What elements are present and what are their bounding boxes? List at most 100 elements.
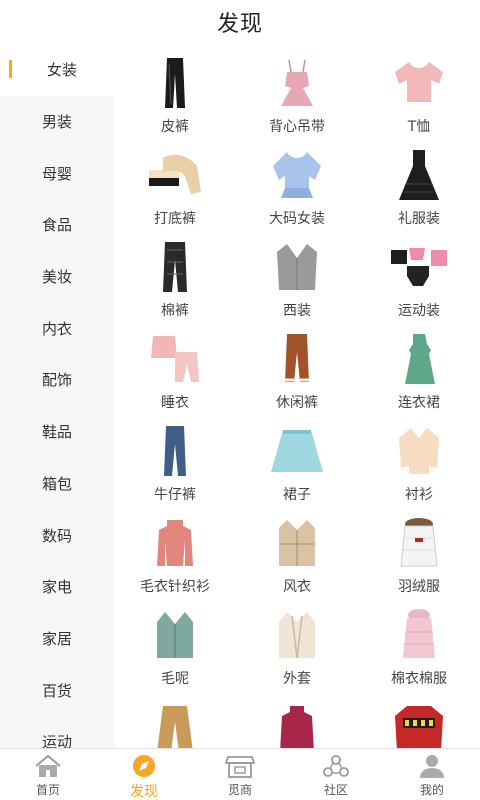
category-tile[interactable]: 棉衣棉服 [358,600,480,692]
tile-label: 衬衫 [405,487,433,503]
tile-label: 皮裤 [161,119,189,135]
sidebar-item-accessories[interactable]: 配饰 [0,354,114,406]
tab-label: 社区 [323,783,348,797]
padded-coat-icon [384,608,454,662]
sidebar-item-men[interactable]: 男装 [0,96,114,148]
tile-label: 背心吊带 [269,119,325,135]
pajamas-icon [140,332,210,386]
category-tile[interactable] [236,692,358,748]
category-tile[interactable]: 睡衣 [114,324,236,416]
printed-sweater-icon [384,700,454,748]
sidebar-item-home[interactable]: 家居 [0,613,114,665]
compass-icon [129,753,159,779]
category-tile[interactable]: T恤 [358,48,480,140]
tab-shop[interactable]: 觅商 [192,749,288,800]
tshirt-icon [384,56,454,110]
category-tile[interactable]: 背心吊带 [236,48,358,140]
category-tile[interactable] [114,692,236,748]
community-icon [321,753,351,779]
tile-label: 裙子 [283,487,311,503]
category-tile[interactable]: 休闲裤 [236,324,358,416]
tile-label: 棉裤 [161,303,189,319]
sidebar-item-label: 内衣 [41,319,72,338]
blouse-icon [384,424,454,478]
category-tile[interactable]: 西装 [236,232,358,324]
tile-label: 外套 [283,671,311,687]
sidebar-item-label: 母婴 [41,164,72,183]
tile-label: 棉衣棉服 [391,671,447,687]
tile-label: 礼服装 [398,211,440,227]
category-tile[interactable]: 毛呢 [114,600,236,692]
tab-label: 觅商 [227,783,252,797]
tile-label: 运动装 [398,303,440,319]
home-icon [33,753,63,779]
shop-icon [225,753,255,779]
cotton-pants-icon [140,240,210,294]
sidebar-item-sports[interactable]: 运动 [0,716,114,748]
category-tile[interactable]: 毛衣针织衫 [114,508,236,600]
sidebar-item-underwear[interactable]: 内衣 [0,302,114,354]
cardigan-coat-icon [262,608,332,662]
wide-pants-icon [140,700,210,748]
tab-community[interactable]: 社区 [288,749,384,800]
dress-icon [384,332,454,386]
tile-label: 毛衣针织衫 [140,579,210,595]
sidebar-item-bags[interactable]: 箱包 [0,458,114,510]
sidebar-item-digital[interactable]: 数码 [0,509,114,561]
trench-coat-icon [262,516,332,570]
category-tile[interactable] [358,692,480,748]
sidebar-item-food[interactable]: 食品 [0,199,114,251]
sidebar-item-label: 美妆 [41,268,72,287]
tile-label: 毛呢 [161,671,189,687]
category-tile[interactable]: 运动装 [358,232,480,324]
tab-discover[interactable]: 发现 [96,749,192,800]
category-tile[interactable]: 皮裤 [114,48,236,140]
bottom-tab-bar: 首页 发现 觅商 社区 我的 [0,748,480,800]
category-tile[interactable]: 风衣 [236,508,358,600]
category-tile[interactable]: 牛仔裤 [114,416,236,508]
category-tile[interactable]: 打底裤 [114,140,236,232]
knit-top-icon [262,700,332,748]
sidebar-item-general[interactable]: 百货 [0,664,114,716]
tab-label: 我的 [419,783,444,797]
jeans-icon [140,424,210,478]
sidebar-item-appliances[interactable]: 家电 [0,561,114,613]
category-tile[interactable]: 棉裤 [114,232,236,324]
sidebar-item-beauty[interactable]: 美妆 [0,251,114,303]
tile-label: 牛仔裤 [154,487,196,503]
category-tile[interactable]: 羽绒服 [358,508,480,600]
tile-label: 睡衣 [161,395,189,411]
category-tile[interactable]: 连衣裙 [358,324,480,416]
tile-label: 风衣 [283,579,311,595]
sidebar-item-baby[interactable]: 母婴 [0,147,114,199]
tile-label: 休闲裤 [276,395,318,411]
category-tile[interactable]: 礼服装 [358,140,480,232]
subcategory-grid: 皮裤 背心吊带 T恤 打底裤 大码女装 礼服装 棉裤 西装 运动装 睡衣 休闲裤… [114,48,480,748]
sidebar-item-label: 运动 [41,733,72,748]
camisole-dress-icon [262,56,332,110]
casual-pants-icon [262,332,332,386]
sidebar-item-shoes[interactable]: 鞋品 [0,406,114,458]
wool-coat-icon [140,608,210,662]
category-tile[interactable]: 衬衫 [358,416,480,508]
tile-label: 西装 [283,303,311,319]
tab-label: 首页 [35,783,60,797]
leggings-icon [140,148,210,202]
category-tile[interactable]: 裙子 [236,416,358,508]
category-tile[interactable]: 外套 [236,600,358,692]
sidebar-item-label: 家居 [41,629,72,648]
plus-size-top-icon [262,148,332,202]
sidebar-item-label: 数码 [41,526,72,545]
sidebar-item-label: 箱包 [41,474,72,493]
tab-home[interactable]: 首页 [0,749,96,800]
sidebar-item-women[interactable]: 女装 [0,44,114,96]
category-tile[interactable]: 大码女装 [236,140,358,232]
sidebar-item-label: 女装 [46,61,77,80]
tile-label: 连衣裙 [398,395,440,411]
sidebar-item-label: 食品 [41,216,72,235]
tab-profile[interactable]: 我的 [384,749,480,800]
tile-label: T恤 [407,119,431,135]
sidebar-item-label: 男装 [41,113,72,132]
blazer-icon [262,240,332,294]
category-sidebar: 女装 男装 母婴 食品 美妆 内衣 配饰 鞋品 箱包 数码 家电 家居 百货 运… [0,44,114,748]
